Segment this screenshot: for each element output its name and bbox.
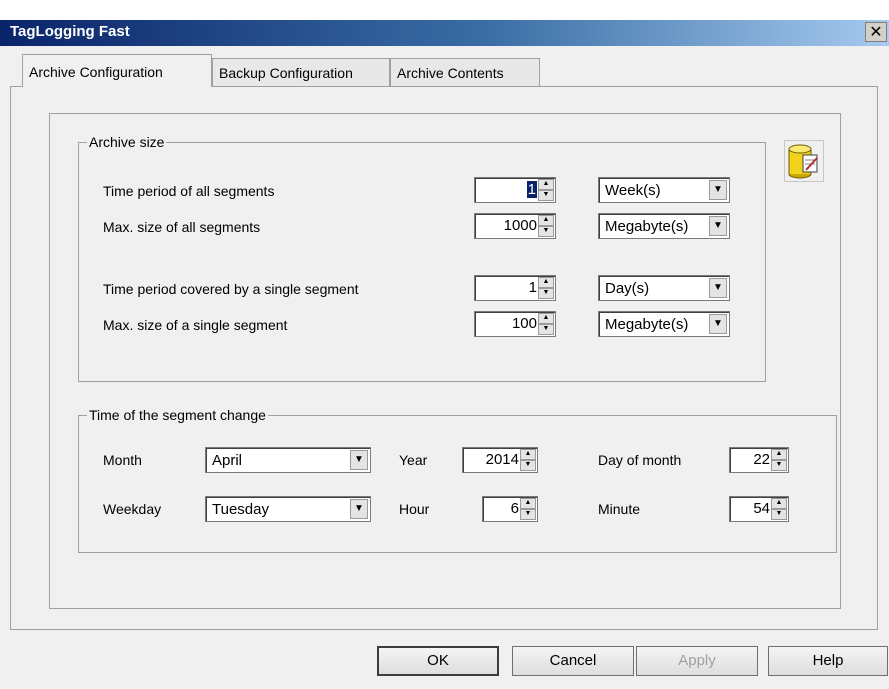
spinner-value: 6 — [510, 500, 519, 517]
spin-down-icon[interactable]: ▼ — [538, 190, 554, 201]
time-period-all-unit-select[interactable]: Week(s) ▼ — [598, 177, 730, 203]
time-period-single-label: Time period covered by a single segment — [103, 281, 359, 297]
minute-label: Minute — [598, 501, 641, 517]
close-button[interactable]: ✕ — [865, 22, 887, 42]
segment-change-group: Time of the segment change — [78, 407, 837, 553]
spin-down-icon[interactable]: ▼ — [771, 460, 787, 471]
archive-size-group: Archive size — [78, 134, 766, 382]
max-size-single-unit-select[interactable]: Megabyte(s) ▼ — [598, 311, 730, 337]
chevron-down-icon[interactable]: ▼ — [709, 216, 727, 236]
chevron-down-icon[interactable]: ▼ — [709, 180, 727, 200]
chevron-down-icon[interactable]: ▼ — [350, 450, 368, 470]
time-period-all-label: Time period of all segments — [103, 183, 275, 199]
chevron-down-icon[interactable]: ▼ — [350, 499, 368, 519]
spin-down-icon[interactable]: ▼ — [771, 509, 787, 520]
spinner-value: 2014 — [485, 451, 519, 468]
spinner-value: 1 — [528, 279, 537, 296]
tab-archive-configuration[interactable]: Archive Configuration — [22, 54, 212, 87]
spin-up-icon[interactable]: ▲ — [538, 313, 554, 324]
select-value: Tuesday — [212, 501, 269, 518]
segment-change-legend: Time of the segment change — [89, 407, 266, 423]
chevron-down-icon[interactable]: ▼ — [709, 278, 727, 298]
tab-archive-contents[interactable]: Archive Contents — [390, 58, 540, 86]
weekday-label: Weekday — [103, 501, 162, 517]
spinner-value: 100 — [511, 315, 537, 332]
year-spinner[interactable]: 2014 ▲ ▼ — [462, 447, 538, 473]
window-title: TagLogging Fast — [10, 23, 130, 40]
select-value: Megabyte(s) — [605, 218, 689, 235]
spin-down-icon[interactable]: ▼ — [538, 226, 554, 237]
spin-up-icon[interactable]: ▲ — [520, 498, 536, 509]
spin-up-icon[interactable]: ▲ — [520, 449, 536, 460]
weekday-select[interactable]: Tuesday ▼ — [205, 496, 371, 522]
spin-down-icon[interactable]: ▼ — [538, 288, 554, 299]
month-select[interactable]: April ▼ — [205, 447, 371, 473]
select-value: Week(s) — [605, 182, 661, 199]
spin-down-icon[interactable]: ▼ — [520, 460, 536, 471]
spinner-value: 22 — [753, 451, 770, 468]
max-size-single-label: Max. size of a single segment — [103, 317, 288, 333]
archive-size-legend: Archive size — [89, 134, 165, 150]
cancel-button[interactable]: Cancel — [512, 646, 634, 676]
spinner-value: 54 — [753, 500, 770, 517]
minute-spinner[interactable]: 54 ▲ ▼ — [729, 496, 789, 522]
day-of-month-spinner[interactable]: 22 ▲ ▼ — [729, 447, 789, 473]
help-button[interactable]: Help — [768, 646, 888, 676]
database-edit-icon — [784, 140, 824, 182]
spin-down-icon[interactable]: ▼ — [538, 324, 554, 335]
ok-button[interactable]: OK — [377, 646, 499, 676]
select-value: Megabyte(s) — [605, 316, 689, 333]
tab-backup-configuration[interactable]: Backup Configuration — [212, 58, 390, 86]
apply-button[interactable]: Apply — [636, 646, 758, 676]
title-bar[interactable] — [0, 20, 889, 46]
month-label: Month — [103, 452, 142, 468]
spin-up-icon[interactable]: ▲ — [771, 498, 787, 509]
time-period-all-spinner[interactable]: 1 ▲ ▼ — [474, 177, 556, 203]
spin-up-icon[interactable]: ▲ — [771, 449, 787, 460]
max-size-all-spinner[interactable]: 1000 ▲ ▼ — [474, 213, 556, 239]
year-label: Year — [399, 452, 428, 468]
select-value: April — [212, 452, 243, 469]
time-period-single-spinner[interactable]: 1 ▲ ▼ — [474, 275, 556, 301]
spinner-value: 1 — [526, 181, 537, 198]
spin-down-icon[interactable]: ▼ — [520, 509, 536, 520]
spinner-value: 1000 — [503, 217, 537, 234]
max-size-all-label: Max. size of all segments — [103, 219, 261, 235]
chevron-down-icon[interactable]: ▼ — [709, 314, 727, 334]
day-of-month-label: Day of month — [598, 452, 682, 468]
max-size-all-unit-select[interactable]: Megabyte(s) ▼ — [598, 213, 730, 239]
spin-up-icon[interactable]: ▲ — [538, 215, 554, 226]
time-period-single-unit-select[interactable]: Day(s) ▼ — [598, 275, 730, 301]
select-value: Day(s) — [605, 280, 650, 297]
spin-up-icon[interactable]: ▲ — [538, 277, 554, 288]
max-size-single-spinner[interactable]: 100 ▲ ▼ — [474, 311, 556, 337]
hour-spinner[interactable]: 6 ▲ ▼ — [482, 496, 538, 522]
spin-up-icon[interactable]: ▲ — [538, 179, 554, 190]
hour-label: Hour — [399, 501, 430, 517]
